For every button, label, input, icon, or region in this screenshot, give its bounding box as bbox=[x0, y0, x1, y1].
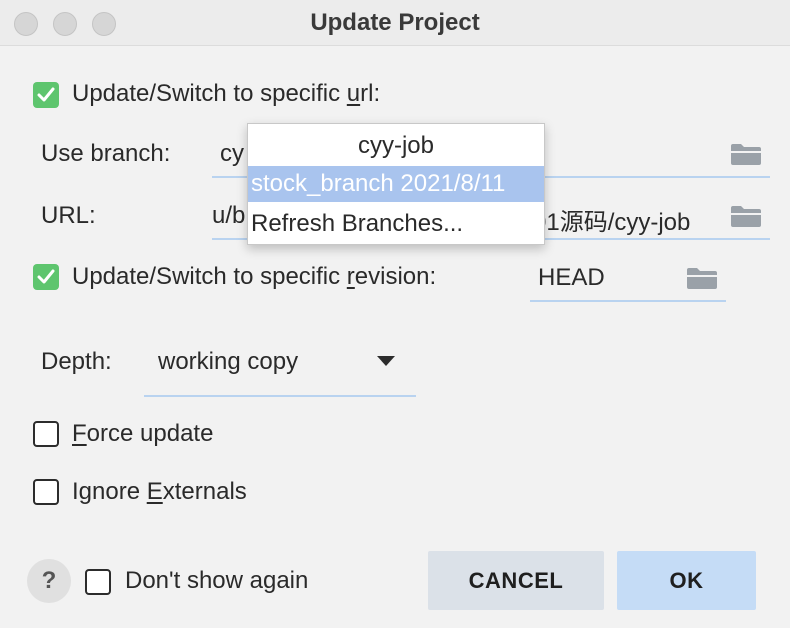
force-update-label[interactable]: Force update bbox=[72, 420, 213, 448]
folder-icon[interactable] bbox=[730, 204, 762, 228]
cancel-button[interactable]: CANCEL bbox=[428, 551, 604, 610]
url-value-left: u/b bbox=[212, 202, 246, 229]
ignore-externals-mnemonic: E bbox=[146, 478, 163, 505]
folder-icon[interactable] bbox=[730, 142, 762, 166]
help-button[interactable]: ? bbox=[27, 559, 71, 603]
checkmark-icon bbox=[37, 269, 55, 284]
ignore-externals-label-rest: xternals bbox=[162, 478, 247, 505]
update-revision-mnemonic: r bbox=[346, 263, 355, 290]
refresh-branches-option[interactable]: Refresh Branches... bbox=[248, 206, 544, 242]
depth-value: working copy bbox=[158, 348, 299, 375]
depth-label: Depth: bbox=[41, 348, 112, 375]
update-revision-label-text: Update/Switch to specific bbox=[72, 263, 347, 290]
revision-value: HEAD bbox=[538, 264, 605, 291]
update-revision-label[interactable]: Update/Switch to specific revision: bbox=[72, 263, 436, 291]
title-bar: Update Project bbox=[0, 0, 790, 46]
use-branch-label: Use branch: bbox=[41, 140, 171, 167]
force-update-checkbox[interactable] bbox=[33, 421, 59, 447]
ignore-externals-checkbox[interactable] bbox=[33, 479, 59, 505]
chevron-down-icon[interactable] bbox=[377, 356, 395, 366]
dialog-title: Update Project bbox=[310, 9, 480, 36]
update-url-mnemonic: u bbox=[346, 80, 361, 107]
ignore-externals-label-text: Ignore bbox=[72, 478, 147, 505]
update-url-label[interactable]: Update/Switch to specific url: bbox=[72, 80, 380, 108]
force-update-label-rest: orce update bbox=[86, 420, 214, 447]
update-url-checkbox[interactable] bbox=[33, 82, 59, 108]
branch-option-selected[interactable]: stock_branch 2021/8/11 bbox=[248, 166, 544, 202]
update-project-dialog: Update Project Update/Switch to specific… bbox=[0, 0, 790, 628]
branch-dropdown-popup: cyy-job stock_branch 2021/8/11 Refresh B… bbox=[247, 123, 545, 245]
update-revision-checkbox[interactable] bbox=[33, 264, 59, 290]
dont-show-again-checkbox[interactable] bbox=[85, 569, 111, 595]
branch-option[interactable]: cyy-job bbox=[248, 128, 544, 164]
update-revision-label-rest: evision: bbox=[354, 263, 437, 290]
force-update-mnemonic: F bbox=[72, 420, 87, 447]
ignore-externals-label[interactable]: Ignore Externals bbox=[72, 478, 247, 506]
folder-icon[interactable] bbox=[686, 266, 718, 290]
depth-combo[interactable]: working copy bbox=[144, 334, 416, 397]
update-url-label-text: Update/Switch to specific bbox=[72, 80, 347, 107]
ok-button[interactable]: OK bbox=[617, 551, 756, 610]
checkmark-icon bbox=[37, 87, 55, 102]
update-url-label-rest: rl: bbox=[360, 80, 381, 107]
url-value-right: 01源码/cyy-job bbox=[533, 209, 691, 236]
branch-value: cy bbox=[220, 140, 244, 167]
dont-show-again-label[interactable]: Don't show again bbox=[125, 567, 308, 595]
url-label: URL: bbox=[41, 202, 96, 229]
revision-field[interactable]: HEAD bbox=[530, 250, 726, 302]
